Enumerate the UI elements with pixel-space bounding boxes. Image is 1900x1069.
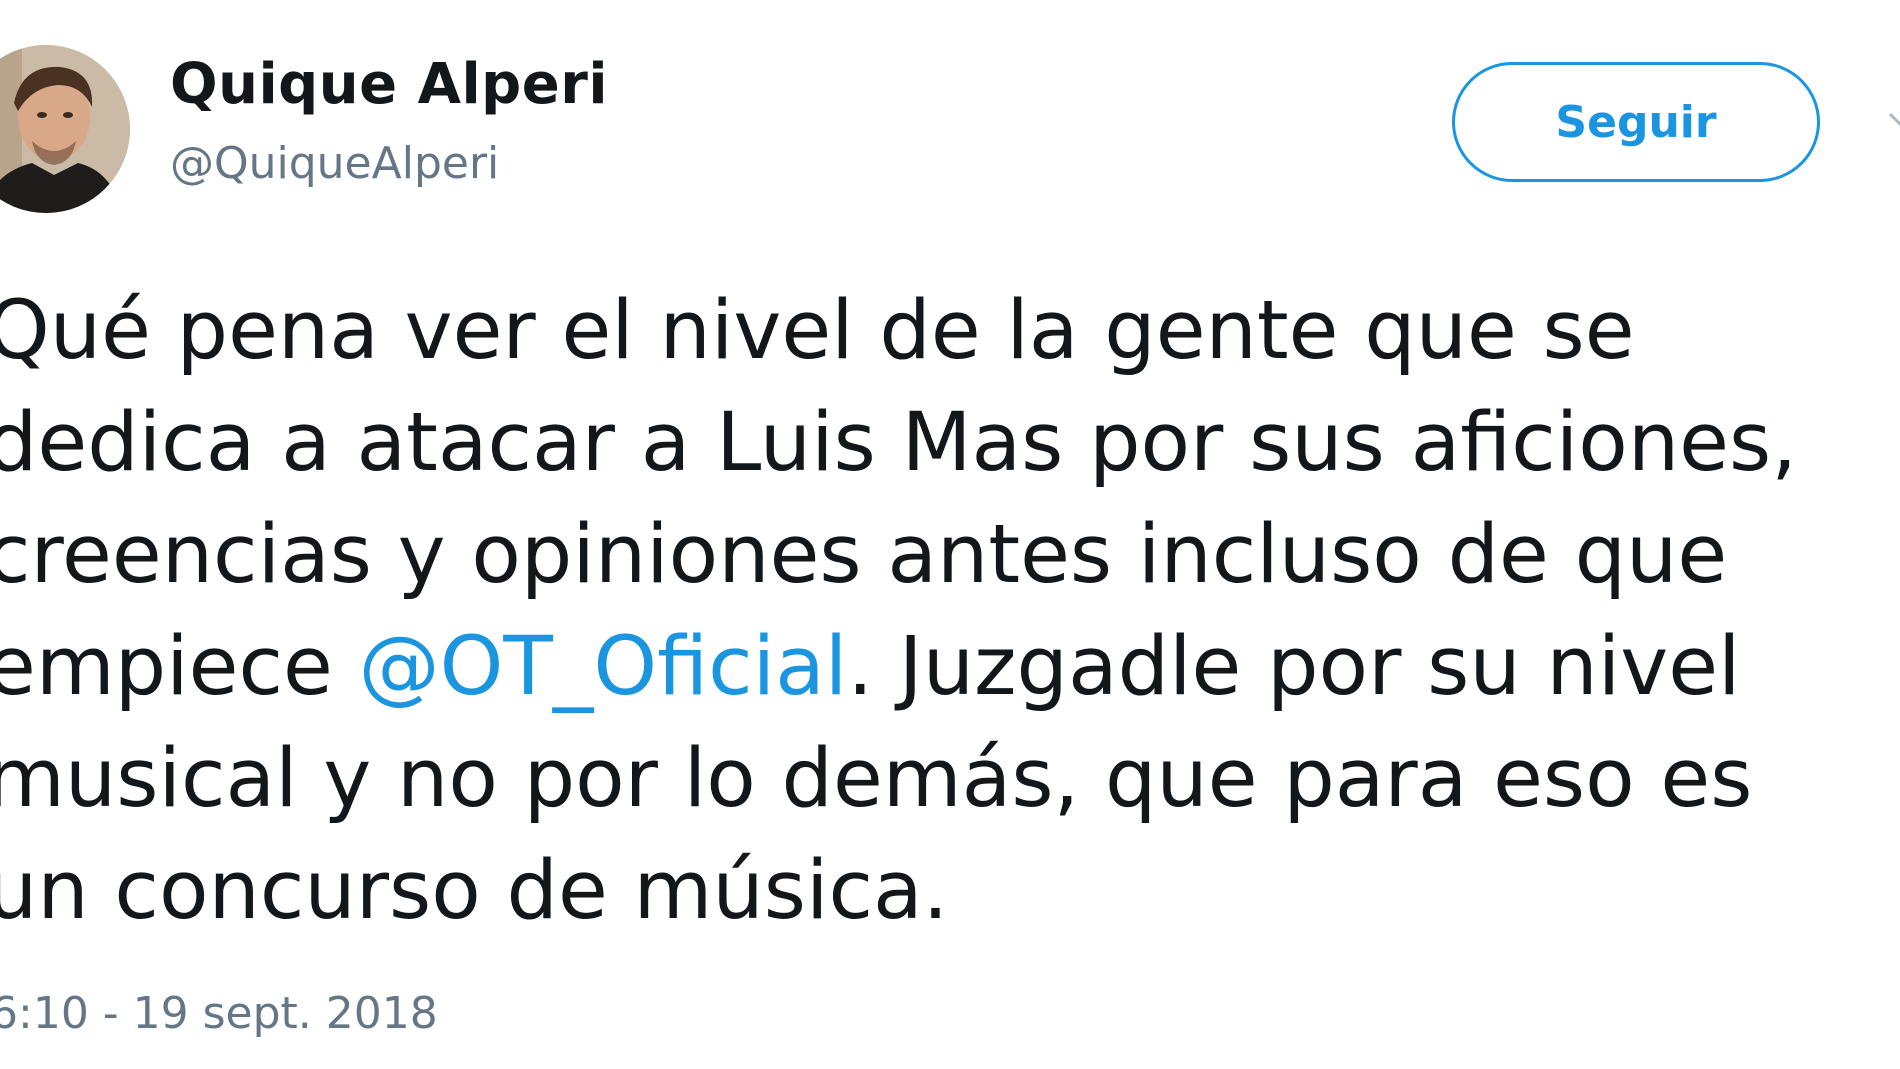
author-name[interactable]: Quique Alperi [170, 52, 608, 117]
tweet-line: empiece @OT_Oficial. Juzgadle por su niv… [0, 611, 1886, 723]
tweet-line: Qué pena ver el nivel de la gente que se [0, 284, 1635, 378]
tweet-text: Qué pena ver el nivel de la gente que se… [0, 275, 1886, 947]
profile-photo-icon [0, 45, 130, 213]
tweet-line: un concurso de música. [0, 844, 949, 938]
tweet-timestamp[interactable]: 6:10 - 19 sept. 2018 [0, 988, 438, 1039]
follow-button[interactable]: Seguir [1452, 62, 1820, 182]
tweet-line: creencias y opiniones antes incluso de q… [0, 508, 1728, 602]
tweet-line: dedica a atacar a Luis Mas por sus afici… [0, 396, 1797, 490]
mention-link[interactable]: @OT_Oficial [359, 620, 848, 714]
tweet-line: musical y no por lo demás, que para eso … [0, 732, 1753, 826]
tweet-text-segment: . Juzgadle por su nivel [847, 620, 1741, 714]
avatar[interactable] [0, 45, 130, 213]
chevron-down-icon[interactable] [1888, 112, 1900, 126]
author-handle[interactable]: @QuiqueAlperi [170, 138, 499, 189]
tweet-text-segment: empiece [0, 620, 359, 714]
